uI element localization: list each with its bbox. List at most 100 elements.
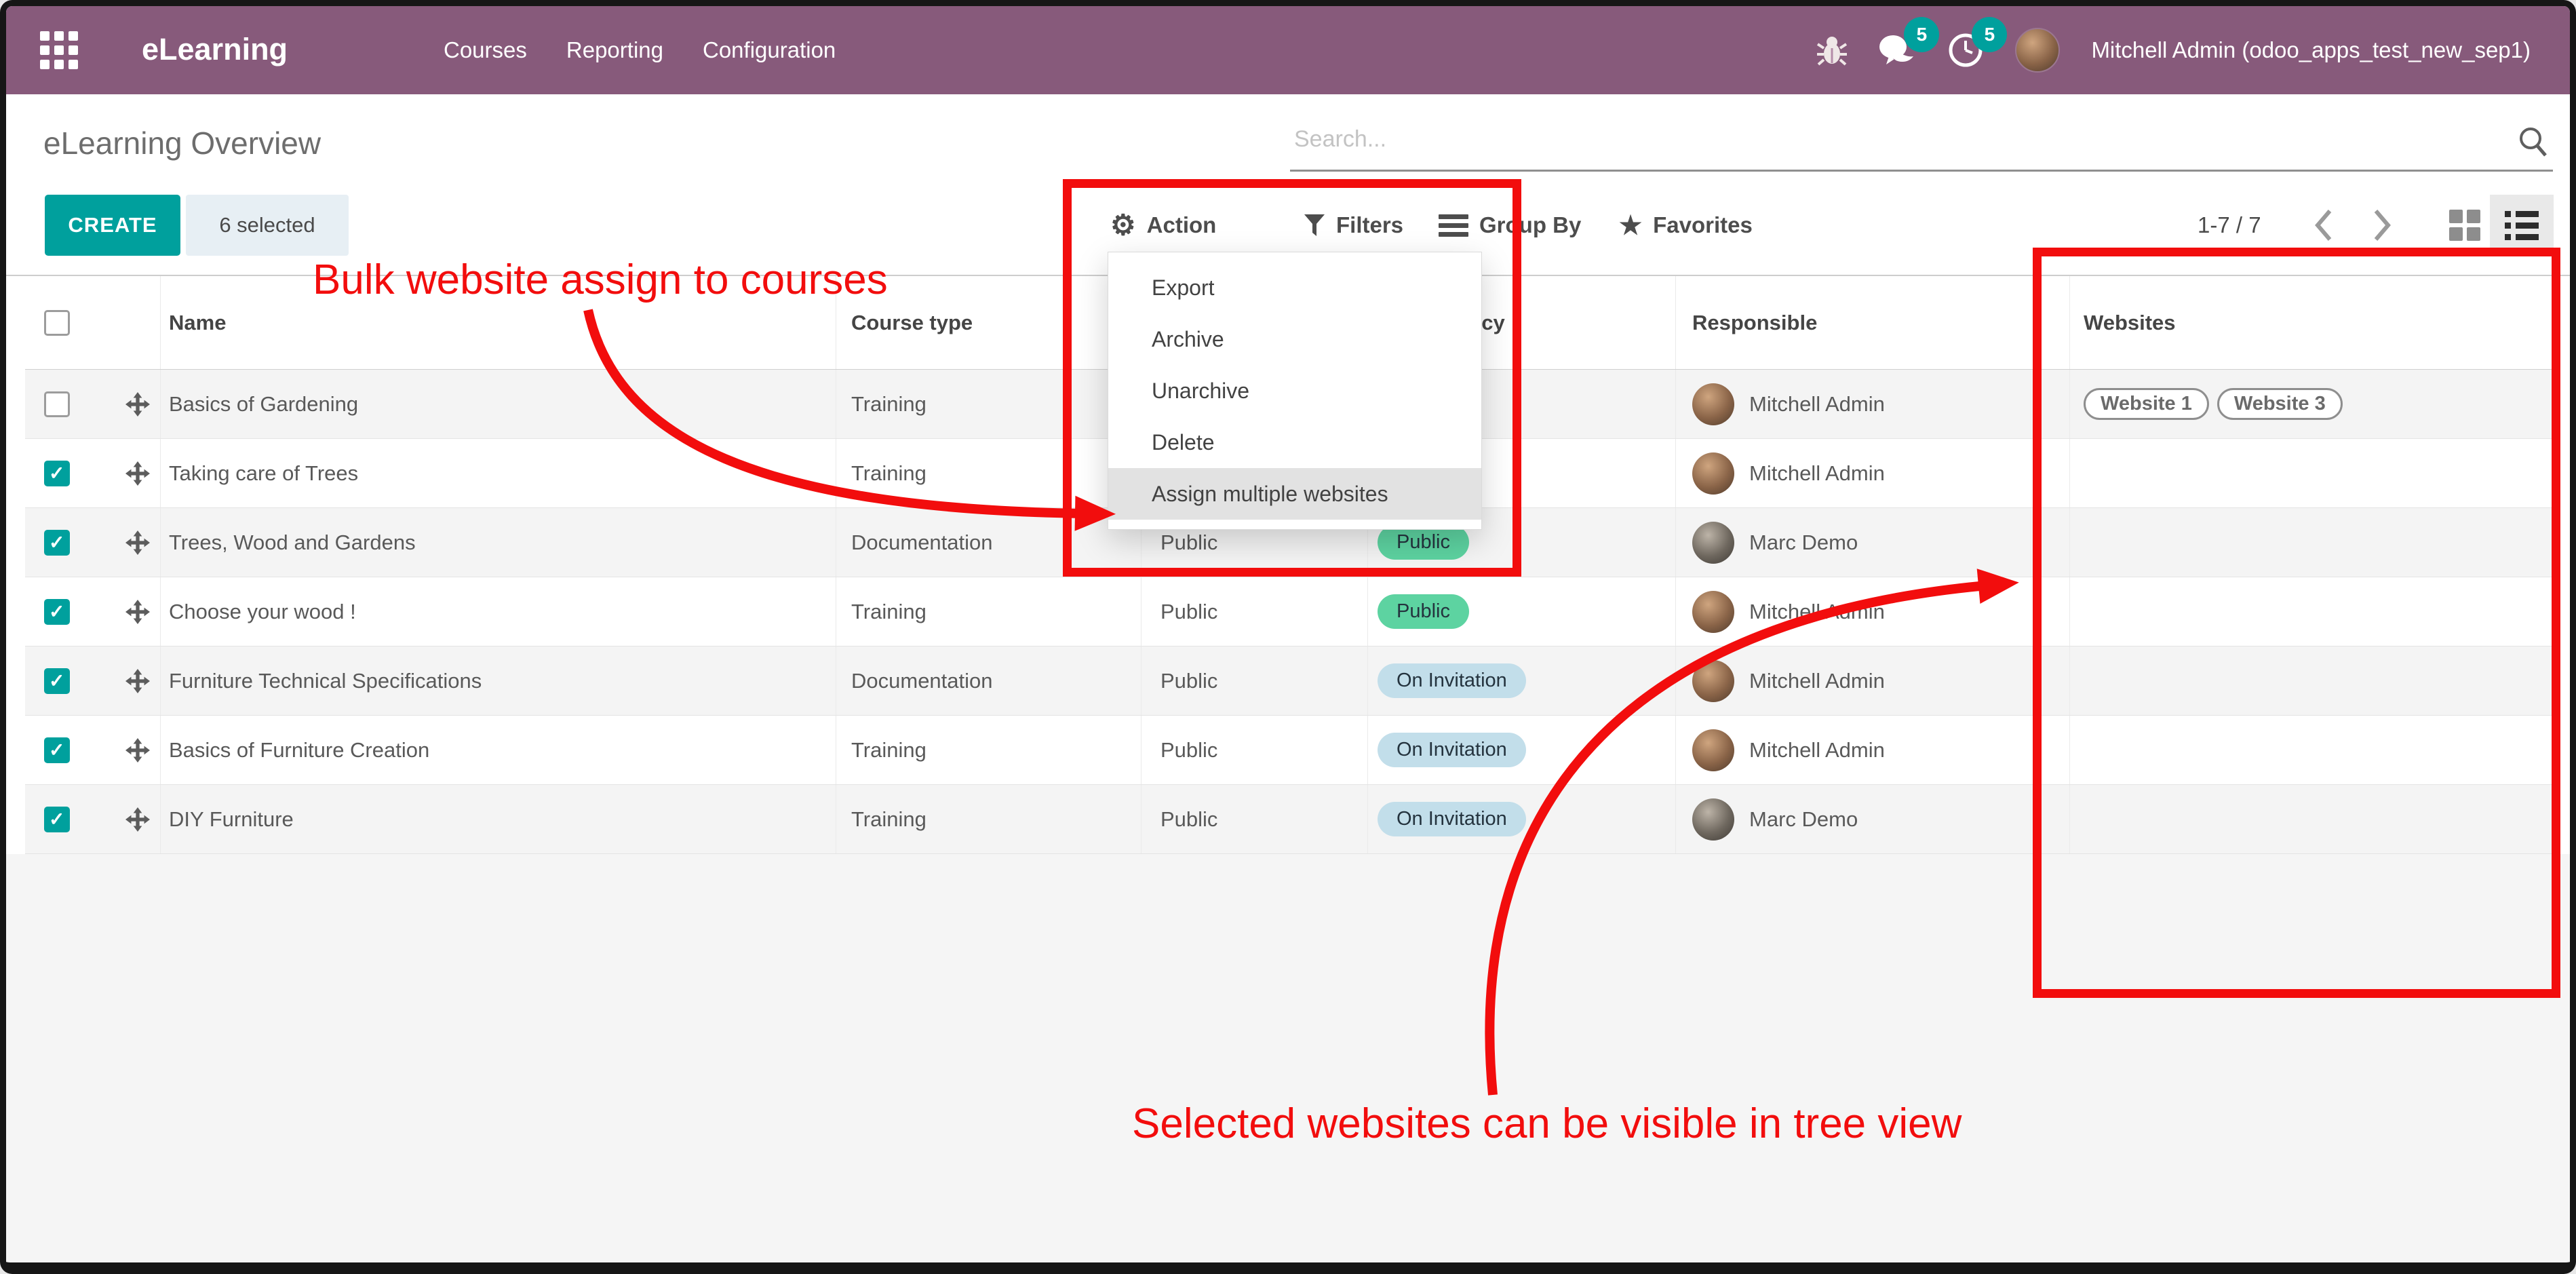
menu-item-unarchive[interactable]: Unarchive <box>1108 365 1481 417</box>
course-name: Furniture Technical Specifications <box>161 646 836 715</box>
websites-cell <box>2070 716 2554 784</box>
responsible-avatar <box>1692 452 1734 495</box>
drag-handle-icon[interactable] <box>125 669 150 693</box>
menu-courses[interactable]: Courses <box>444 37 527 63</box>
pager-range: 1-7 / 7 <box>2198 195 2261 256</box>
course-type: Training <box>836 577 1141 646</box>
menu-configuration[interactable]: Configuration <box>703 37 836 63</box>
search-input[interactable] <box>1293 117 2480 161</box>
main-menu: Courses Reporting Configuration <box>444 6 836 94</box>
user-avatar[interactable] <box>2015 28 2060 73</box>
row-checkbox[interactable] <box>44 599 70 625</box>
responsible-name: Mitchell Admin <box>1749 669 1885 693</box>
star-icon: ★ <box>1619 210 1642 241</box>
selected-count-badge: 6 selected <box>186 195 349 256</box>
top-navbar: eLearning Courses Reporting Configuratio… <box>6 6 2570 94</box>
favorites-button[interactable]: ★ Favorites <box>1619 195 1753 256</box>
pager-next-icon[interactable] <box>2370 207 2394 247</box>
course-name: Choose your wood ! <box>161 577 836 646</box>
menu-reporting[interactable]: Reporting <box>566 37 663 63</box>
responsible-avatar <box>1692 729 1734 771</box>
select-all-checkbox[interactable] <box>44 310 70 336</box>
column-header-websites[interactable]: Websites <box>2070 276 2554 369</box>
responsible-name: Mitchell Admin <box>1749 600 1885 624</box>
list-view-icon[interactable] <box>2490 195 2554 256</box>
row-checkbox[interactable] <box>44 391 70 417</box>
course-name: Basics of Gardening <box>161 370 836 438</box>
messages-count-badge: 5 <box>1904 17 1939 52</box>
course-type: Training <box>836 370 1141 438</box>
responsible-avatar <box>1692 383 1734 425</box>
course-type: Training <box>836 785 1141 853</box>
responsible-avatar <box>1692 660 1734 702</box>
menu-item-export[interactable]: Export <box>1108 262 1481 313</box>
menu-item-delete[interactable]: Delete <box>1108 417 1481 468</box>
search-icon[interactable] <box>2517 125 2548 161</box>
responsible-name: Mitchell Admin <box>1749 461 1885 486</box>
course-type: Training <box>836 716 1141 784</box>
responsible-name: Marc Demo <box>1749 807 1858 832</box>
websites-cell <box>2070 646 2554 715</box>
policy-badge: Public <box>1378 525 1469 560</box>
activities-clock-icon[interactable]: 5 <box>1947 32 1984 69</box>
menu-item-assign-multiple-websites[interactable]: Assign multiple websites <box>1108 468 1481 520</box>
course-type: Training <box>836 439 1141 507</box>
filters-button[interactable]: Filters <box>1304 195 1403 256</box>
pager-prev-icon[interactable] <box>2312 207 2335 247</box>
table-row[interactable]: DIY Furniture Training Public On Invitat… <box>25 785 2554 854</box>
visibility-value: Public <box>1141 646 1368 715</box>
responsible-name: Marc Demo <box>1749 530 1858 555</box>
list-view-glyph <box>2505 211 2539 240</box>
visibility-value: Public <box>1141 577 1368 646</box>
row-checkbox[interactable] <box>44 461 70 486</box>
page-title: eLearning Overview <box>43 125 321 161</box>
column-header-responsible[interactable]: Responsible <box>1676 276 2070 369</box>
visibility-value: Public <box>1141 785 1368 853</box>
drag-handle-icon[interactable] <box>125 738 150 763</box>
drag-handle-icon[interactable] <box>125 392 150 417</box>
table-row[interactable]: Choose your wood ! Training Public Publi… <box>25 577 2554 646</box>
website-tag: Website 3 <box>2217 388 2343 420</box>
create-button[interactable]: CREATE <box>45 195 180 256</box>
course-name: Trees, Wood and Gardens <box>161 508 836 577</box>
responsible-avatar <box>1692 798 1734 841</box>
drag-handle-icon[interactable] <box>125 530 150 555</box>
visibility-value: Public <box>1141 716 1368 784</box>
websites-cell <box>2070 577 2554 646</box>
table-row[interactable]: Basics of Furniture Creation Training Pu… <box>25 716 2554 785</box>
website-tag: Website 1 <box>2084 388 2209 420</box>
policy-badge: Public <box>1378 594 1469 630</box>
app-brand[interactable]: eLearning <box>142 32 288 67</box>
user-name[interactable]: Mitchell Admin (odoo_apps_test_new_sep1) <box>2091 37 2531 63</box>
group-by-bars-icon <box>1439 214 1468 237</box>
websites-cell <box>2070 439 2554 507</box>
drag-handle-icon[interactable] <box>125 461 150 486</box>
group-by-button[interactable]: Group By <box>1439 195 1581 256</box>
policy-badge: On Invitation <box>1378 663 1526 699</box>
filter-funnel-icon <box>1304 214 1325 237</box>
table-row[interactable]: Furniture Technical Specifications Docum… <box>25 646 2554 716</box>
row-checkbox[interactable] <box>44 668 70 694</box>
app-window: eLearning Courses Reporting Configuratio… <box>0 0 2576 1274</box>
course-name: DIY Furniture <box>161 785 836 853</box>
messages-icon[interactable]: 5 <box>1878 32 1916 69</box>
kanban-view-icon[interactable] <box>2449 210 2480 241</box>
apps-menu-icon[interactable] <box>40 31 78 69</box>
action-menu-button[interactable]: ⚙ Action <box>1110 195 1216 256</box>
activities-count-badge: 5 <box>1972 17 2007 52</box>
debug-bug-icon[interactable] <box>1817 33 1847 67</box>
menu-item-archive[interactable]: Archive <box>1108 313 1481 365</box>
responsible-name: Mitchell Admin <box>1749 738 1885 763</box>
gear-icon: ⚙ <box>1110 211 1136 239</box>
policy-badge: On Invitation <box>1378 733 1526 768</box>
course-name: Taking care of Trees <box>161 439 836 507</box>
row-checkbox[interactable] <box>44 807 70 832</box>
row-checkbox[interactable] <box>44 530 70 556</box>
drag-handle-icon[interactable] <box>125 807 150 832</box>
websites-cell: Website 1Website 3 <box>2070 370 2554 438</box>
drag-handle-icon[interactable] <box>125 600 150 624</box>
row-checkbox[interactable] <box>44 737 70 763</box>
course-type: Documentation <box>836 646 1141 715</box>
responsible-avatar <box>1692 591 1734 633</box>
action-dropdown-menu: Export Archive Unarchive Delete Assign m… <box>1108 252 1482 530</box>
